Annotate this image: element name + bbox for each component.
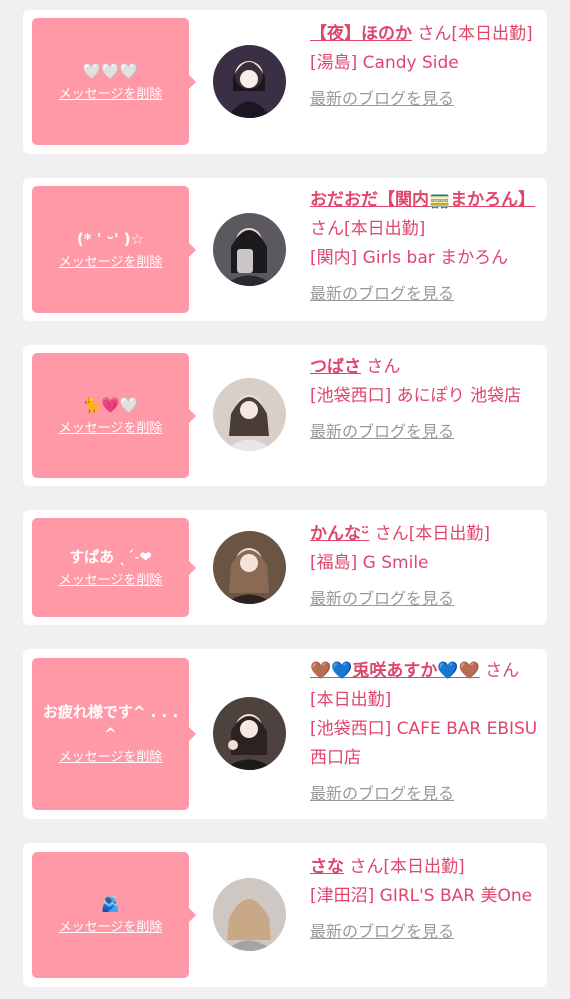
status-text: [本日出勤] xyxy=(383,857,465,877)
message-bubble: 🐈💗🤍 メッセージを削除 xyxy=(32,353,196,478)
cast-name-link[interactable]: 🤎💙兎咲あすか💙🤎 xyxy=(310,661,480,681)
avatar[interactable] xyxy=(213,878,286,951)
latest-blog-link[interactable]: 最新のブログを見る xyxy=(310,279,540,308)
cast-info: おだおだ【関内🚃まかろん】 さん[本日出勤] [関内] Girls bar まか… xyxy=(310,186,540,308)
honorific: さん xyxy=(374,524,409,544)
delete-message-link[interactable]: メッセージを削除 xyxy=(59,86,163,104)
message-card: 🫂 メッセージを削除 さな さん[本日出勤] [津田沼] GIRL'S BAR … xyxy=(23,843,547,987)
latest-blog-link[interactable]: 最新のブログを見る xyxy=(310,84,540,113)
cast-info: かんなᵕ̈ さん[本日出勤] [福島] G Smile 最新のブログを見る xyxy=(310,520,540,613)
message-text: 🐈💗🤍 xyxy=(82,395,139,414)
message-text: 🫂 xyxy=(101,895,120,913)
avatar[interactable] xyxy=(213,697,286,770)
message-bubble: すぱあ ˎˊ˗❤︎ メッセージを削除 xyxy=(32,518,196,617)
cast-name-link[interactable]: かんなᵕ̈ xyxy=(310,524,369,544)
delete-message-link[interactable]: メッセージを削除 xyxy=(59,254,163,272)
avatar[interactable] xyxy=(213,531,286,604)
status-text: [本日出勤] xyxy=(451,24,533,44)
message-bubble: 🤍🤍🤍 メッセージを削除 xyxy=(32,18,196,145)
message-text: (* ' ᵕ' )☆ xyxy=(76,229,145,248)
honorific: さん xyxy=(349,857,384,877)
status-text: [本日出勤] xyxy=(344,219,426,239)
latest-blog-link[interactable]: 最新のブログを見る xyxy=(310,917,540,946)
shop-text: [池袋西口] CAFE BAR EBISU 西口店 xyxy=(310,719,538,768)
cast-name-link[interactable]: 【夜】ほのか xyxy=(310,24,412,44)
avatar[interactable] xyxy=(213,213,286,286)
delete-message-link[interactable]: メッセージを削除 xyxy=(59,919,163,937)
shop-text: [津田沼] GIRL'S BAR 美One xyxy=(310,886,533,906)
cast-name-link[interactable]: つばさ xyxy=(310,357,361,377)
honorific: さん xyxy=(485,661,520,681)
honorific: さん xyxy=(366,357,401,377)
shop-text: [関内] Girls bar まかろん xyxy=(310,248,509,268)
message-bubble: お疲れ様です^ . . .^ メッセージを削除 xyxy=(32,658,196,810)
avatar[interactable] xyxy=(213,378,286,451)
latest-blog-link[interactable]: 最新のブログを見る xyxy=(310,584,540,613)
avatar[interactable] xyxy=(213,45,286,118)
status-text: [本日出勤] xyxy=(408,524,490,544)
message-bubble: (* ' ᵕ' )☆ メッセージを削除 xyxy=(32,186,196,313)
shop-text: [福島] G Smile xyxy=(310,553,429,573)
cast-info: つばさ さん [池袋西口] あにぽり 池袋店 最新のブログを見る xyxy=(310,353,540,446)
cast-info: 🤎💙兎咲あすか💙🤎 さん [本日出勤] [池袋西口] CAFE BAR EBISU… xyxy=(310,657,540,808)
message-card: すぱあ ˎˊ˗❤︎ メッセージを削除 かんなᵕ̈ さん[本日出勤] [福島] G… xyxy=(23,510,547,625)
delete-message-link[interactable]: メッセージを削除 xyxy=(59,572,163,590)
shop-text: [池袋西口] あにぽり 池袋店 xyxy=(310,386,522,406)
message-bubble: 🫂 メッセージを削除 xyxy=(32,852,196,978)
status-text: [本日出勤] xyxy=(310,690,392,710)
honorific: さん xyxy=(417,24,452,44)
message-card: 🐈💗🤍 メッセージを削除 つばさ さん [池袋西口] あにぽり 池袋店 最新のブ… xyxy=(23,345,547,486)
cast-name-link[interactable]: おだおだ【関内🚃まかろん】 xyxy=(310,190,535,210)
message-text: 🤍🤍🤍 xyxy=(82,61,139,80)
delete-message-link[interactable]: メッセージを削除 xyxy=(59,420,163,438)
cast-name-link[interactable]: さな xyxy=(310,857,344,877)
honorific: さん xyxy=(310,219,344,239)
message-card: 🤍🤍🤍 メッセージを削除 【夜】ほのか さん[本日出勤] [湯島] Candy … xyxy=(23,10,547,154)
message-card: お疲れ様です^ . . .^ メッセージを削除 🤎💙兎咲あすか💙🤎 さん [本日出… xyxy=(23,649,547,819)
cast-info: さな さん[本日出勤] [津田沼] GIRL'S BAR 美One 最新のブログ… xyxy=(310,853,540,946)
message-text: すぱあ ˎˊ˗❤︎ xyxy=(69,547,152,566)
message-card: (* ' ᵕ' )☆ メッセージを削除 おだおだ【関内🚃まかろん】 さん[本日出… xyxy=(23,178,547,321)
shop-text: [湯島] Candy Side xyxy=(310,53,459,73)
latest-blog-link[interactable]: 最新のブログを見る xyxy=(310,417,540,446)
message-text: お疲れ様です^ . . .^ xyxy=(42,703,179,743)
delete-message-link[interactable]: メッセージを削除 xyxy=(59,749,163,767)
cast-info: 【夜】ほのか さん[本日出勤] [湯島] Candy Side 最新のブログを見… xyxy=(310,20,540,113)
latest-blog-link[interactable]: 最新のブログを見る xyxy=(310,779,540,808)
